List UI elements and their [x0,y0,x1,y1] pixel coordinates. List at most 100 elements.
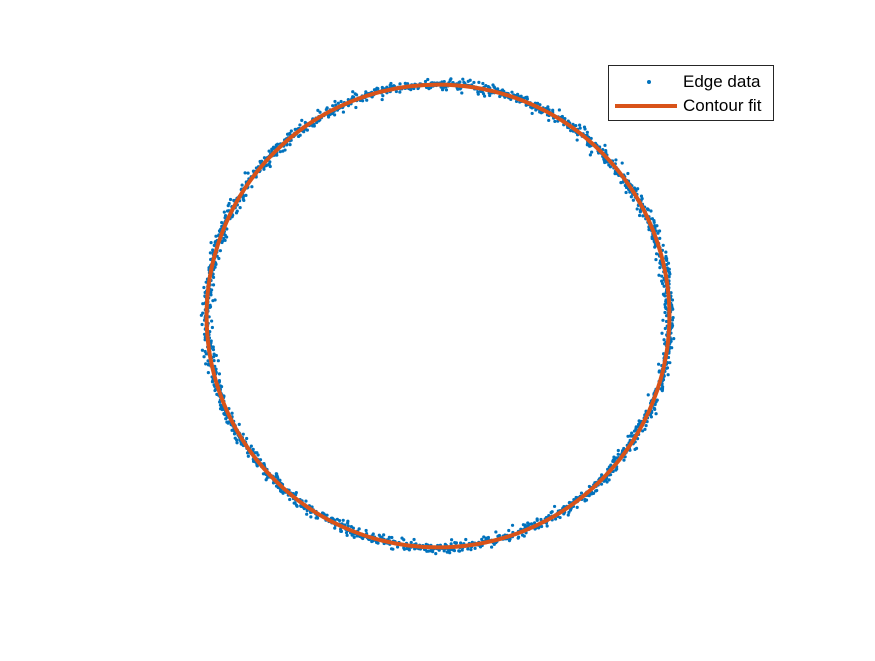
edge-data-point [326,115,331,119]
edge-data-point [288,143,292,147]
edge-data-point [214,234,218,238]
edge-data-point [619,181,623,185]
edge-data-point [553,119,557,124]
edge-data-point [353,92,357,96]
edge-data-point [671,315,675,320]
edge-data-point [650,217,655,221]
edge-data-point [603,143,607,147]
edge-data-point [232,432,237,436]
edge-data-point [661,318,665,322]
edge-data-point [208,251,213,255]
contour-fit-line-icon [615,104,677,108]
edge-data-point [372,88,377,92]
edge-data-point [200,322,204,327]
edge-data-point [398,82,402,86]
edge-data-point [622,458,626,462]
edge-data-point [243,171,247,175]
edge-data-point [240,183,244,187]
edge-data-point [595,488,599,493]
edge-data-point [665,366,670,370]
edge-data-point [452,549,457,553]
edge-data-point [517,535,521,539]
edge-data-point [305,512,309,516]
edge-data-point [210,319,214,323]
edge-data-point [204,362,208,366]
edge-data-point [309,515,313,519]
edge-data-point [551,108,555,112]
edge-data-point [582,125,587,129]
edge-data-point [660,331,664,335]
edge-data-point [217,372,222,376]
edge-data-point [635,207,639,211]
edge-data-point [246,171,250,175]
edge-data-points [199,77,676,556]
edge-data-point [354,105,358,110]
edge-data-point [235,438,239,442]
edge-data-point [469,548,473,552]
edge-data-point [530,111,534,116]
edge-data-point [242,198,246,203]
edge-data-point [337,518,342,523]
edge-data-point [211,348,216,352]
edge-data-point [631,198,635,202]
edge-data-point [209,240,213,245]
edge-data-point [403,81,407,85]
edge-data-point [497,533,502,538]
edge-data-point [211,299,215,303]
edge-data-point [222,210,226,214]
edge-data-point [454,541,458,545]
edge-data-point [646,393,650,397]
edge-data-point [588,153,592,157]
edge-data-point [210,325,214,330]
edge-data-point [281,491,285,495]
edge-data-point [616,448,620,453]
edge-data-point [481,81,485,86]
edge-data-point [391,547,395,551]
edge-data-point [304,499,308,503]
edge-data-point [654,412,658,416]
edge-data-point [245,436,249,441]
edge-data-point [211,275,216,279]
edge-data-point [630,431,634,435]
edge-data-point [412,537,416,542]
edge-data-point [557,108,561,112]
edge-data-point [211,283,216,287]
edge-data-point [237,422,241,426]
edge-data-point [657,273,661,277]
edge-data-point [315,516,320,520]
edge-data-point [224,417,228,421]
edge-data-point [529,522,534,526]
edge-data-point [510,90,514,94]
edge-data-point [333,526,337,530]
edge-data-point [380,97,384,102]
edge-data-point [661,292,666,296]
edge-data-point [535,517,539,521]
edge-data-point [423,79,428,84]
edge-data-point [341,518,345,522]
edge-data-point [296,134,301,139]
edge-data-point [206,371,210,375]
edge-data-point [216,359,220,363]
edge-data-point [278,150,282,154]
edge-data-point [645,207,650,211]
edge-data-point [241,432,245,436]
edge-data-point [238,206,242,210]
edge-data-point [638,213,642,218]
edge-data-point [364,528,368,533]
edge-data-point [288,497,292,502]
edge-data-point [477,80,481,84]
edge-data-point [668,361,672,365]
edge-data-point [523,523,527,527]
edge-data-point [226,203,230,208]
edge-data-point [316,108,320,113]
edge-data-point [620,161,624,165]
edge-data-point [616,452,620,456]
edge-data-point [228,197,233,202]
edge-data-point [461,77,465,81]
edge-data-point [498,94,502,99]
edge-data-point [460,91,464,95]
edge-data-point [448,551,452,555]
edge-data-point [346,521,350,525]
edge-data-point [444,88,449,92]
edge-data-point [345,533,349,537]
